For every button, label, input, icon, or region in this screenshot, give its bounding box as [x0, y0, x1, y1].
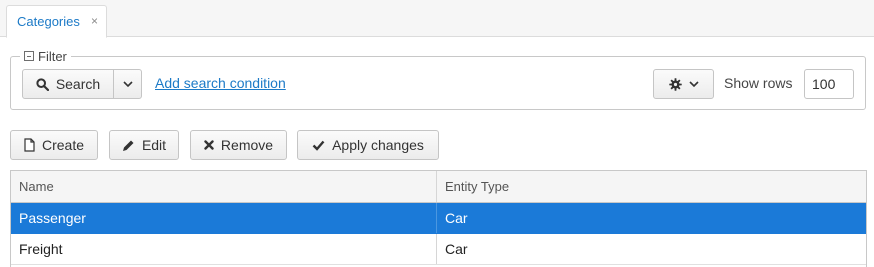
x-icon [204, 140, 214, 150]
column-header-entity-type[interactable]: Entity Type [437, 171, 866, 202]
search-options-dropdown[interactable] [113, 69, 142, 99]
create-button-label: Create [41, 137, 85, 153]
table-row[interactable]: Passenger Car [11, 203, 866, 234]
document-icon [24, 138, 35, 152]
filter-settings-button[interactable] [653, 69, 714, 99]
edit-button-label: Edit [141, 137, 167, 153]
chevron-down-icon [122, 80, 133, 88]
collapse-icon[interactable] [24, 51, 34, 61]
show-rows-label: Show rows [724, 75, 793, 91]
filter-legend[interactable]: Filter [20, 48, 71, 64]
categories-table: Name Entity Type Passenger Car Freight C… [10, 170, 867, 267]
tab-close-icon[interactable]: × [91, 14, 98, 28]
table-row[interactable]: Freight Car [11, 234, 866, 265]
cell-name: Freight [11, 234, 437, 264]
apply-changes-button-label: Apply changes [332, 137, 424, 153]
apply-changes-button[interactable]: Apply changes [297, 130, 439, 160]
filter-legend-label: Filter [38, 48, 67, 64]
cell-entity-type: Car [445, 241, 468, 257]
add-search-condition-link[interactable]: Add search condition [155, 75, 286, 91]
remove-button[interactable]: Remove [190, 130, 287, 160]
search-button[interactable]: Search [22, 69, 114, 99]
chevron-down-icon [688, 80, 699, 88]
table-header: Name Entity Type [11, 171, 866, 203]
cell-name: Passenger [11, 203, 437, 233]
rows-count-input[interactable] [804, 69, 854, 99]
tab-categories[interactable]: Categories × [6, 5, 107, 38]
edit-button[interactable]: Edit [109, 130, 179, 160]
gear-icon [668, 77, 682, 91]
column-header-name[interactable]: Name [11, 171, 437, 202]
create-button[interactable]: Create [10, 130, 98, 160]
pencil-icon [122, 139, 135, 152]
search-icon [36, 77, 49, 91]
tab-bar: Categories × [0, 0, 874, 38]
tab-label: Categories [17, 14, 80, 29]
cell-entity-type: Car [445, 210, 468, 226]
remove-button-label: Remove [220, 137, 274, 153]
checkmark-icon [312, 140, 325, 151]
search-button-label: Search [55, 76, 101, 92]
